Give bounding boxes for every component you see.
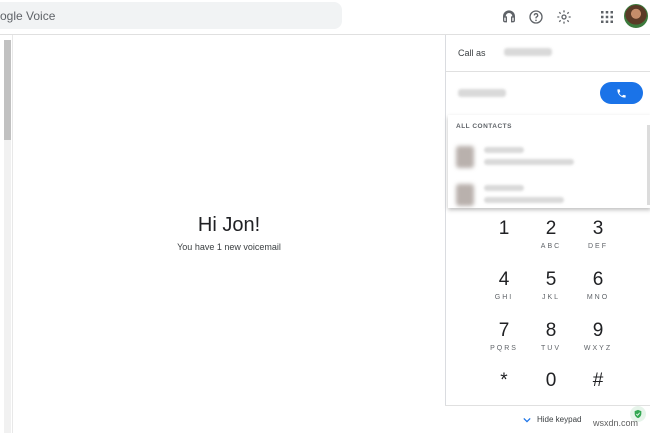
left-scrollbar[interactable]: [4, 40, 11, 433]
key-digit: 8: [545, 320, 557, 341]
key-digit: 2: [545, 218, 557, 239]
key-letters: PQRS: [490, 345, 518, 352]
key-9[interactable]: 9 WXYZ: [573, 320, 623, 352]
key-digit: *: [500, 370, 508, 391]
key-1[interactable]: 1: [479, 218, 529, 243]
key-5[interactable]: 5 JKL: [526, 269, 576, 301]
apps-grid-icon[interactable]: [595, 5, 619, 29]
call-as-number-redacted[interactable]: [504, 48, 552, 56]
panel-separator: [446, 71, 650, 72]
voicemail-summary[interactable]: You have 1 new voicemail: [13, 242, 445, 252]
contacts-dropdown: ALL CONTACTS: [448, 115, 650, 208]
key-4[interactable]: 4 GHI: [479, 269, 529, 301]
key-digit: 1: [498, 218, 510, 239]
contact-item[interactable]: [448, 181, 650, 217]
hide-keypad-label: Hide keypad: [537, 415, 582, 424]
call-as-label: Call as: [458, 48, 486, 58]
key-letters: DEF: [588, 243, 608, 250]
key-0[interactable]: 0: [526, 370, 576, 392]
key-letters: MNO: [586, 294, 610, 301]
hide-keypad-button[interactable]: Hide keypad: [523, 415, 581, 424]
key-digit: 5: [545, 269, 557, 290]
phone-icon: [617, 88, 626, 98]
contact-avatar: [456, 146, 474, 168]
chevron-down-icon: [523, 417, 531, 422]
key-letters: ABC: [540, 243, 562, 250]
key-digit: 7: [498, 320, 510, 341]
call-button[interactable]: [600, 82, 643, 104]
search-text: ogle Voice: [0, 9, 56, 23]
greeting-title: Hi Jon!: [197, 214, 261, 236]
key-letters: JKL: [541, 294, 561, 301]
key-letters: WXYZ: [583, 345, 613, 352]
avatar[interactable]: [624, 4, 648, 28]
scrollbar-thumb[interactable]: [4, 40, 11, 140]
key-hash[interactable]: #: [573, 370, 623, 392]
top-bar: ogle Voice: [0, 0, 650, 34]
key-7[interactable]: 7 PQRS: [479, 320, 529, 352]
key-6[interactable]: 6 MNO: [573, 269, 623, 301]
key-letters: TUV: [541, 345, 561, 352]
key-2[interactable]: 2 ABC: [526, 218, 576, 250]
key-letters: GHI: [494, 294, 514, 301]
contact-item[interactable]: [448, 143, 650, 179]
search-bar[interactable]: ogle Voice: [0, 2, 342, 29]
contact-avatar: [456, 184, 474, 206]
dialer-panel: Call as ALL CONTACTS 1 2 ABC 3 DEF 4 GHI: [445, 35, 650, 433]
key-digit: #: [592, 370, 604, 391]
contact-number-redacted: [484, 197, 564, 203]
key-star[interactable]: *: [479, 370, 529, 392]
key-digit: 4: [498, 269, 510, 290]
contact-number-redacted: [484, 159, 574, 165]
settings-icon[interactable]: [552, 5, 576, 29]
key-digit: 0: [545, 370, 557, 391]
watermark: wsxdn.com: [593, 418, 639, 428]
help-icon[interactable]: [524, 5, 548, 29]
key-8[interactable]: 8 TUV: [526, 320, 576, 352]
headset-icon[interactable]: [497, 5, 521, 29]
dial-input-redacted[interactable]: [458, 89, 506, 97]
key-digit: 6: [592, 269, 604, 290]
contact-name-redacted: [484, 185, 524, 191]
key-digit: 3: [592, 218, 604, 239]
key-3[interactable]: 3 DEF: [573, 218, 623, 250]
contacts-header: ALL CONTACTS: [456, 123, 512, 130]
key-digit: 9: [592, 320, 604, 341]
contact-name-redacted: [484, 147, 524, 153]
